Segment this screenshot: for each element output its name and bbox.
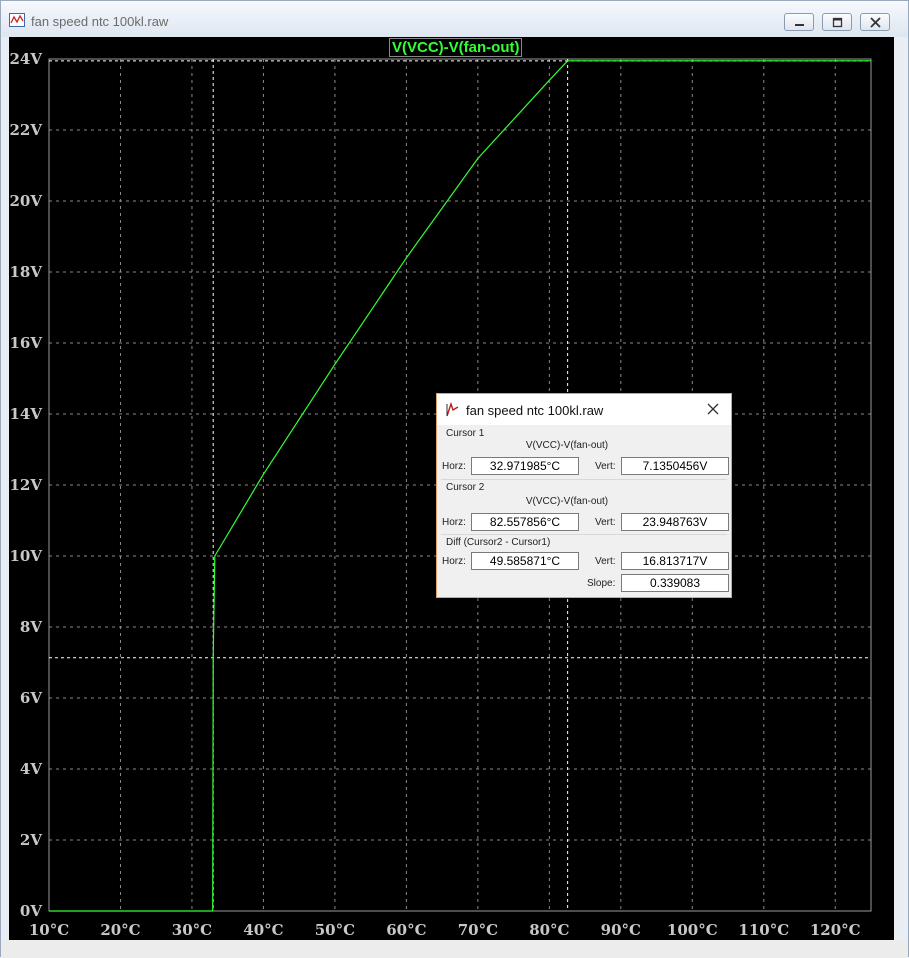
slope-field[interactable]: 0.339083 bbox=[621, 574, 729, 592]
y-tick-label: 8V bbox=[20, 618, 42, 636]
diff-vert-field[interactable]: 16.813717V bbox=[621, 552, 729, 570]
y-tick-label: 0V bbox=[20, 902, 42, 920]
x-tick-label: 80°C bbox=[529, 921, 569, 939]
trace-label[interactable]: V(VCC)-V(fan-out) bbox=[389, 38, 523, 57]
x-tick-label: 50°C bbox=[315, 921, 355, 939]
y-tick-label: 2V bbox=[20, 831, 42, 849]
x-tick-label: 110°C bbox=[738, 921, 789, 939]
x-tick-label: 70°C bbox=[458, 921, 498, 939]
x-tick-label: 120°C bbox=[810, 921, 861, 939]
y-tick-label: 22V bbox=[9, 121, 42, 139]
y-tick-label: 6V bbox=[20, 689, 42, 707]
close-icon[interactable] bbox=[705, 401, 721, 417]
y-tick-label: 14V bbox=[9, 405, 42, 423]
close-icon bbox=[870, 17, 881, 28]
separator bbox=[441, 479, 727, 480]
cursor1-horz-field[interactable]: 32.971985°C bbox=[471, 457, 579, 475]
diff-horz-field[interactable]: 49.585871°C bbox=[471, 552, 579, 570]
slope-label: Slope: bbox=[587, 578, 616, 589]
status-strip bbox=[1, 940, 908, 958]
x-tick-label: 10°C bbox=[29, 921, 69, 939]
restore-icon bbox=[832, 17, 843, 28]
window-title: fan speed ntc 100kl.raw bbox=[31, 14, 169, 29]
cursor1-expression: V(VCC)-V(fan-out) bbox=[525, 440, 609, 451]
y-tick-label: 20V bbox=[9, 192, 42, 210]
cursor2-horz-label: Horz: bbox=[442, 517, 466, 528]
minimize-button[interactable] bbox=[784, 13, 814, 31]
waveform-app-icon bbox=[9, 13, 25, 27]
cursor1-vert-field[interactable]: 7.1350456V bbox=[621, 457, 729, 475]
separator bbox=[441, 534, 727, 535]
waveform-window: fan speed ntc 100kl.raw 10°C 20°C 30°C 40°C… bbox=[0, 0, 909, 958]
cursor-icon bbox=[446, 402, 459, 417]
y-tick-label: 10V bbox=[9, 547, 42, 565]
diff-vert-label: Vert: bbox=[595, 556, 616, 567]
y-tick-label: 18V bbox=[9, 263, 42, 281]
x-tick-label: 20°C bbox=[100, 921, 140, 939]
cursor2-expression: V(VCC)-V(fan-out) bbox=[525, 496, 609, 507]
x-tick-label: 100°C bbox=[667, 921, 718, 939]
y-tick-label: 16V bbox=[9, 334, 42, 352]
cursor2-label: Cursor 2 bbox=[446, 482, 485, 493]
x-tick-label: 60°C bbox=[386, 921, 426, 939]
y-tick-label: 12V bbox=[9, 476, 42, 494]
cursor1-horz-label: Horz: bbox=[442, 461, 466, 472]
diff-horz-label: Horz: bbox=[442, 556, 466, 567]
minimize-icon bbox=[795, 24, 804, 26]
cursor2-horz-field[interactable]: 82.557856°C bbox=[471, 513, 579, 531]
cursor-readout-dialog: fan speed ntc 100kl.raw Cursor 1 V(VCC)-… bbox=[436, 393, 732, 598]
y-tick-label: 4V bbox=[20, 760, 42, 778]
x-tick-label: 40°C bbox=[243, 921, 283, 939]
cursor2-vert-label: Vert: bbox=[595, 517, 616, 528]
x-tick-label: 30°C bbox=[172, 921, 212, 939]
y-tick-label: 24V bbox=[9, 50, 42, 68]
window-titlebar[interactable]: fan speed ntc 100kl.raw bbox=[1, 1, 908, 37]
x-tick-label: 90°C bbox=[601, 921, 641, 939]
close-window-button[interactable] bbox=[860, 13, 890, 31]
cursor1-label: Cursor 1 bbox=[446, 428, 485, 439]
diff-label: Diff (Cursor2 - Cursor1) bbox=[446, 537, 551, 548]
dialog-titlebar[interactable]: fan speed ntc 100kl.raw bbox=[437, 394, 731, 425]
restore-button[interactable] bbox=[822, 13, 852, 31]
cursor1-vert-label: Vert: bbox=[595, 461, 616, 472]
dialog-title: fan speed ntc 100kl.raw bbox=[466, 403, 604, 418]
cursor2-vert-field[interactable]: 23.948763V bbox=[621, 513, 729, 531]
